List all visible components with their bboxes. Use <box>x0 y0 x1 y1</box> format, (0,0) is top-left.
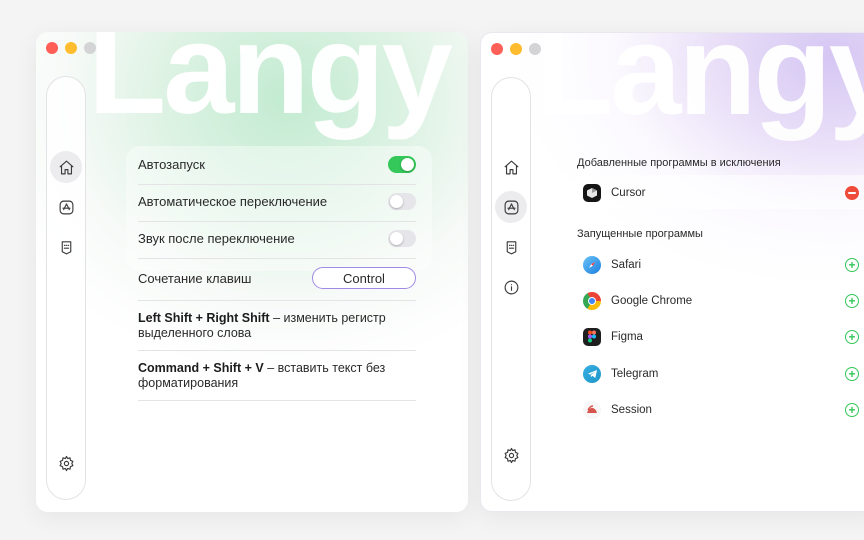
info-icon <box>504 280 518 294</box>
setting-sound: Звук после переключение <box>138 230 416 247</box>
window-controls <box>491 43 541 55</box>
divider <box>138 400 416 401</box>
excluded-section-title: Добавленные программы в исключения <box>577 157 781 169</box>
session-app-icon <box>583 401 601 419</box>
divider <box>138 221 416 222</box>
sidebar-item-settings[interactable] <box>50 447 82 479</box>
brand-logo-text: Langy <box>88 32 453 141</box>
gear-icon <box>504 447 518 463</box>
add-app-button[interactable]: + <box>845 294 859 308</box>
divider <box>138 300 416 301</box>
list-item: Telegram + <box>583 362 859 386</box>
brand-logo-text: Langy <box>535 32 864 142</box>
keyboard-icon <box>61 240 71 254</box>
add-app-button[interactable]: + <box>845 403 859 417</box>
setting-autostart-label: Автозапуск <box>138 157 205 172</box>
sidebar-item-settings[interactable] <box>495 439 527 471</box>
setting-sound-label: Звук после переключение <box>138 231 295 246</box>
shortcut-dash: – <box>269 311 284 325</box>
close-window-button[interactable] <box>46 42 58 54</box>
zoom-window-button[interactable] <box>84 42 96 54</box>
sidebar-item-apps[interactable] <box>50 191 82 223</box>
remove-app-button[interactable] <box>845 186 859 200</box>
list-item: Figma + <box>583 325 859 349</box>
figma-app-icon <box>583 328 601 346</box>
shortcut-description: Left Shift + Right Shift – изменить реги… <box>138 311 416 341</box>
minimize-window-button[interactable] <box>510 43 522 55</box>
sidebar-item-home[interactable] <box>495 151 527 183</box>
divider <box>138 350 416 351</box>
app-name: Cursor <box>611 187 646 199</box>
zoom-window-button[interactable] <box>529 43 541 55</box>
sidebar-item-keyboard[interactable] <box>50 231 82 263</box>
cursor-app-icon <box>583 184 601 202</box>
chrome-app-icon <box>583 292 601 310</box>
setting-hotkey: Сочетание клавиш Control <box>138 267 416 289</box>
hotkey-label: Сочетание клавиш <box>138 270 252 286</box>
setting-auto-switch-label: Автоматическое переключение <box>138 194 328 209</box>
keyboard-icon <box>506 240 516 254</box>
hotkey-button[interactable]: Control <box>312 267 416 289</box>
home-icon <box>504 160 518 174</box>
sound-toggle[interactable] <box>388 230 416 247</box>
appstore-icon <box>59 200 73 214</box>
setting-autostart: Автозапуск <box>138 156 416 173</box>
sidebar <box>46 76 86 500</box>
list-item: Cursor <box>583 181 859 205</box>
settings-window: Langy Автозапуск Автоматическое переключ… <box>36 32 468 512</box>
setting-auto-switch: Автоматическое переключение <box>138 193 416 210</box>
shortcut-keys: Command + Shift + V <box>138 361 264 375</box>
telegram-app-icon <box>583 365 601 383</box>
app-name: Telegram <box>611 368 659 380</box>
app-name: Session <box>611 404 652 416</box>
close-window-button[interactable] <box>491 43 503 55</box>
exclusions-window: Langy Добавленные программы в исключения… <box>480 32 864 512</box>
add-app-button[interactable]: + <box>845 330 859 344</box>
autostart-toggle[interactable] <box>388 156 416 173</box>
window-controls <box>46 42 96 54</box>
shortcut-keys: Left Shift + Right Shift <box>138 311 270 325</box>
shortcut-dash: – <box>263 361 278 375</box>
sidebar-item-apps[interactable] <box>495 191 527 223</box>
shortcut-description: Command + Shift + V – вставить текст без… <box>138 361 416 391</box>
running-section-title: Запущенные программы <box>577 228 703 240</box>
list-item: Session + <box>583 398 859 422</box>
gear-icon <box>59 455 73 471</box>
divider <box>138 184 416 185</box>
app-name: Safari <box>611 259 642 271</box>
sidebar-item-info[interactable] <box>495 271 527 303</box>
app-name: Figma <box>611 331 643 343</box>
sidebar-item-home[interactable] <box>50 151 82 183</box>
add-app-button[interactable]: + <box>845 367 859 381</box>
divider <box>138 258 416 259</box>
auto-switch-toggle[interactable] <box>388 193 416 210</box>
home-icon <box>59 160 73 174</box>
list-item: Google Chrome + <box>583 289 859 313</box>
sidebar-item-keyboard[interactable] <box>495 231 527 263</box>
list-item: Safari + <box>583 253 859 277</box>
app-name: Google Chrome <box>611 295 693 307</box>
add-app-button[interactable]: + <box>845 258 859 272</box>
safari-app-icon <box>583 256 601 274</box>
minimize-window-button[interactable] <box>65 42 77 54</box>
appstore-icon <box>504 200 518 214</box>
sidebar <box>491 77 531 501</box>
